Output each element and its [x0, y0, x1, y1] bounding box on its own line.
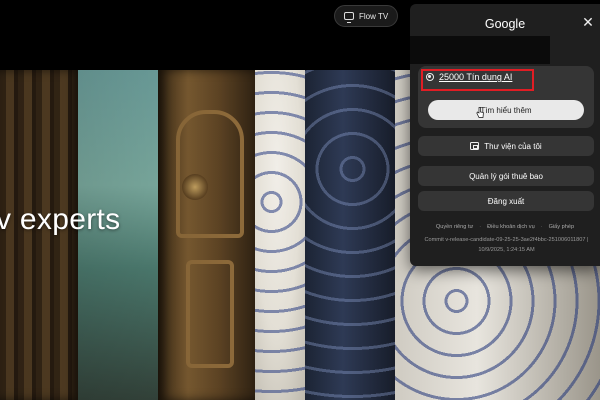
- manage-subscription-button[interactable]: Quản lý gói thuê bao: [418, 166, 594, 186]
- tv-icon: [344, 12, 354, 23]
- credits-card: 25000 Tín dụng AI Tìm hiểu thêm: [418, 66, 594, 128]
- terms-link[interactable]: Điều khoản dịch vụ: [487, 224, 535, 230]
- privacy-link[interactable]: Quyền riêng tư: [436, 224, 473, 230]
- close-icon[interactable]: ✕: [580, 14, 596, 30]
- my-library-button[interactable]: Thư viện của tôi: [418, 136, 594, 156]
- hero-headline: v experts: [0, 203, 121, 236]
- hand-cursor-icon: [476, 107, 484, 118]
- manage-subscription-label: Quản lý gói thuê bao: [469, 171, 543, 181]
- footer-links: Quyền riêng tư · Điều khoản dịch vụ · Gi…: [435, 224, 575, 230]
- account-panel: Google ✕ 25000 Tín dụng AI Tìm hiểu thêm…: [410, 4, 600, 266]
- learn-more-label: Tìm hiểu thêm: [480, 105, 532, 115]
- my-library-label: Thư viện của tôi: [484, 141, 542, 151]
- library-icon: [470, 142, 480, 150]
- sign-out-button[interactable]: Đăng xuất: [418, 191, 594, 211]
- flow-tv-label: Flow TV: [359, 11, 389, 21]
- learn-more-button[interactable]: Tìm hiểu thêm: [428, 100, 584, 120]
- highlight-box: [421, 69, 534, 91]
- panel-title: Google: [484, 17, 526, 31]
- build-info: Commit v-release-candidate-09-25-25-3ae2…: [424, 237, 589, 253]
- account-info-area: [410, 36, 550, 64]
- sign-out-label: Đăng xuất: [487, 196, 525, 206]
- flow-tv-button[interactable]: Flow TV: [334, 5, 398, 27]
- license-link[interactable]: Giấy phép: [549, 224, 575, 230]
